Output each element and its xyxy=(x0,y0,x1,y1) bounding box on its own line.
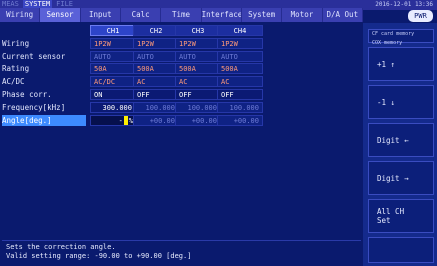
blank-softkey[interactable] xyxy=(368,237,434,263)
phase-corr-ch4[interactable]: OFF xyxy=(217,88,263,100)
all-ch-set-button[interactable]: All CH Set xyxy=(368,199,434,233)
wiring-ch1[interactable]: 1P2W xyxy=(90,37,136,49)
storage-indicator-text: CF card memory COX memory xyxy=(372,31,415,46)
acdc-ch3[interactable]: AC xyxy=(175,76,221,88)
increment-button[interactable]: +1 ↑ xyxy=(368,47,434,81)
rating-row: Rating 50A 500A 500A 500A xyxy=(0,62,363,75)
increment-label: +1 ↑ xyxy=(377,59,396,69)
wiring-ch4[interactable]: 1P2W xyxy=(217,37,263,49)
channel-header-ch4[interactable]: CH4 xyxy=(217,25,263,36)
tab-interface[interactable]: Interface xyxy=(202,8,242,22)
tab-sensor[interactable]: Sensor xyxy=(40,8,81,22)
channel-header-ch3[interactable]: CH3 xyxy=(175,25,221,36)
acdc-label: AC/DC xyxy=(2,77,25,87)
storage-indicator: CF card memory COX memory xyxy=(368,29,434,46)
acdc-ch2[interactable]: AC xyxy=(133,76,179,88)
help-panel: Sets the correction angle. Valid setting… xyxy=(2,240,361,264)
phase-corr-ch1[interactable]: ON xyxy=(90,88,136,100)
current-sensor-ch4[interactable]: AUTO xyxy=(217,50,263,62)
softkey-panel: CF card memory COX memory +1 ↑ -1 ↓ Digi… xyxy=(363,23,437,266)
angle-row: Angle[deg.] -% +00.00 +00.00 +00.00 xyxy=(0,114,363,127)
acdc-ch1[interactable]: AC/DC xyxy=(90,76,136,88)
rating-label: Rating xyxy=(2,64,30,74)
help-line-2: Valid setting range: -90.00 to +90.00 [d… xyxy=(6,252,192,260)
pwr-badge: PWR xyxy=(408,10,433,22)
rating-ch4[interactable]: 500A xyxy=(217,63,263,75)
frequency-label: Frequency[kHz] xyxy=(2,102,66,112)
help-line-1: Sets the correction angle. xyxy=(6,243,116,251)
acdc-row: AC/DC AC/DC AC AC AC xyxy=(0,75,363,88)
frequency-ch4[interactable]: 100.000 xyxy=(217,101,263,113)
frequency-ch1[interactable]: 300.000 xyxy=(90,101,136,113)
current-sensor-ch1[interactable]: AUTO xyxy=(90,50,136,62)
angle-ch4[interactable]: +00.00 xyxy=(217,114,263,126)
current-sensor-label: Current sensor xyxy=(2,51,66,61)
digit-right-label: Digit → xyxy=(377,173,409,183)
rating-ch3[interactable]: 500A xyxy=(175,63,221,75)
current-sensor-ch2[interactable]: AUTO xyxy=(133,50,179,62)
tab-wiring[interactable]: Wiring xyxy=(0,8,41,22)
tab-bar: Wiring Sensor Input Calc Time Interface … xyxy=(0,8,363,22)
frequency-ch3[interactable]: 100.000 xyxy=(175,101,221,113)
tab-motor[interactable]: Motor xyxy=(282,8,323,22)
tab-calc[interactable]: Calc xyxy=(121,8,162,22)
current-sensor-ch3[interactable]: AUTO xyxy=(175,50,221,62)
tab-time[interactable]: Time xyxy=(161,8,202,22)
tab-input[interactable]: Input xyxy=(81,8,121,22)
angle-entry-sign: - xyxy=(118,116,123,125)
digit-right-button[interactable]: Digit → xyxy=(368,161,434,195)
channel-header-ch2[interactable]: CH2 xyxy=(133,25,179,36)
angle-label: Angle[deg.] xyxy=(2,114,86,126)
rating-ch1[interactable]: 50A xyxy=(90,63,136,75)
angle-ch3[interactable]: +00.00 xyxy=(175,114,221,126)
digit-left-button[interactable]: Digit ← xyxy=(368,123,434,157)
tab-da-out[interactable]: D/A Out xyxy=(323,8,363,22)
wiring-ch3[interactable]: 1P2W xyxy=(175,37,221,49)
frequency-ch2[interactable]: 100.000 xyxy=(133,101,179,113)
datetime: 2016-12-01 13:36 xyxy=(375,1,433,8)
current-sensor-row: Current sensor AUTO AUTO AUTO AUTO xyxy=(0,50,363,63)
wiring-label: Wiring xyxy=(2,38,30,48)
acdc-ch4[interactable]: AC xyxy=(217,76,263,88)
channel-header-ch1[interactable]: CH1 xyxy=(90,25,136,36)
channel-header-row: CH1 CH2 CH3 CH4 xyxy=(0,24,363,37)
decrement-label: -1 ↓ xyxy=(377,97,396,107)
angle-ch2[interactable]: +00.00 xyxy=(133,114,179,126)
tab-system[interactable]: System xyxy=(242,8,283,22)
text-cursor xyxy=(123,116,128,125)
all-ch-set-label: All CH Set xyxy=(377,207,405,225)
mode-system[interactable]: SYSTEM xyxy=(22,0,53,8)
phase-corr-row: Phase corr. ON OFF OFF OFF xyxy=(0,88,363,101)
mode-file[interactable]: FILE xyxy=(56,0,73,8)
angle-ch1-entry[interactable]: -% xyxy=(90,114,136,126)
wiring-row: Wiring 1P2W 1P2W 1P2W 1P2W xyxy=(0,37,363,50)
phase-corr-ch2[interactable]: OFF xyxy=(133,88,179,100)
mode-indicator: MEAS SYSTEM FILE xyxy=(2,0,73,8)
frequency-row: Frequency[kHz] 300.000 100.000 100.000 1… xyxy=(0,101,363,114)
phase-corr-ch3[interactable]: OFF xyxy=(175,88,221,100)
sensor-settings-grid: CH1 CH2 CH3 CH4 Wiring 1P2W 1P2W 1P2W 1P… xyxy=(0,24,363,126)
mode-meas[interactable]: MEAS xyxy=(2,0,19,8)
wiring-ch2[interactable]: 1P2W xyxy=(133,37,179,49)
phase-corr-label: Phase corr. xyxy=(2,89,52,99)
decrement-button[interactable]: -1 ↓ xyxy=(368,85,434,119)
rating-ch2[interactable]: 500A xyxy=(133,63,179,75)
digit-left-label: Digit ← xyxy=(377,135,409,145)
